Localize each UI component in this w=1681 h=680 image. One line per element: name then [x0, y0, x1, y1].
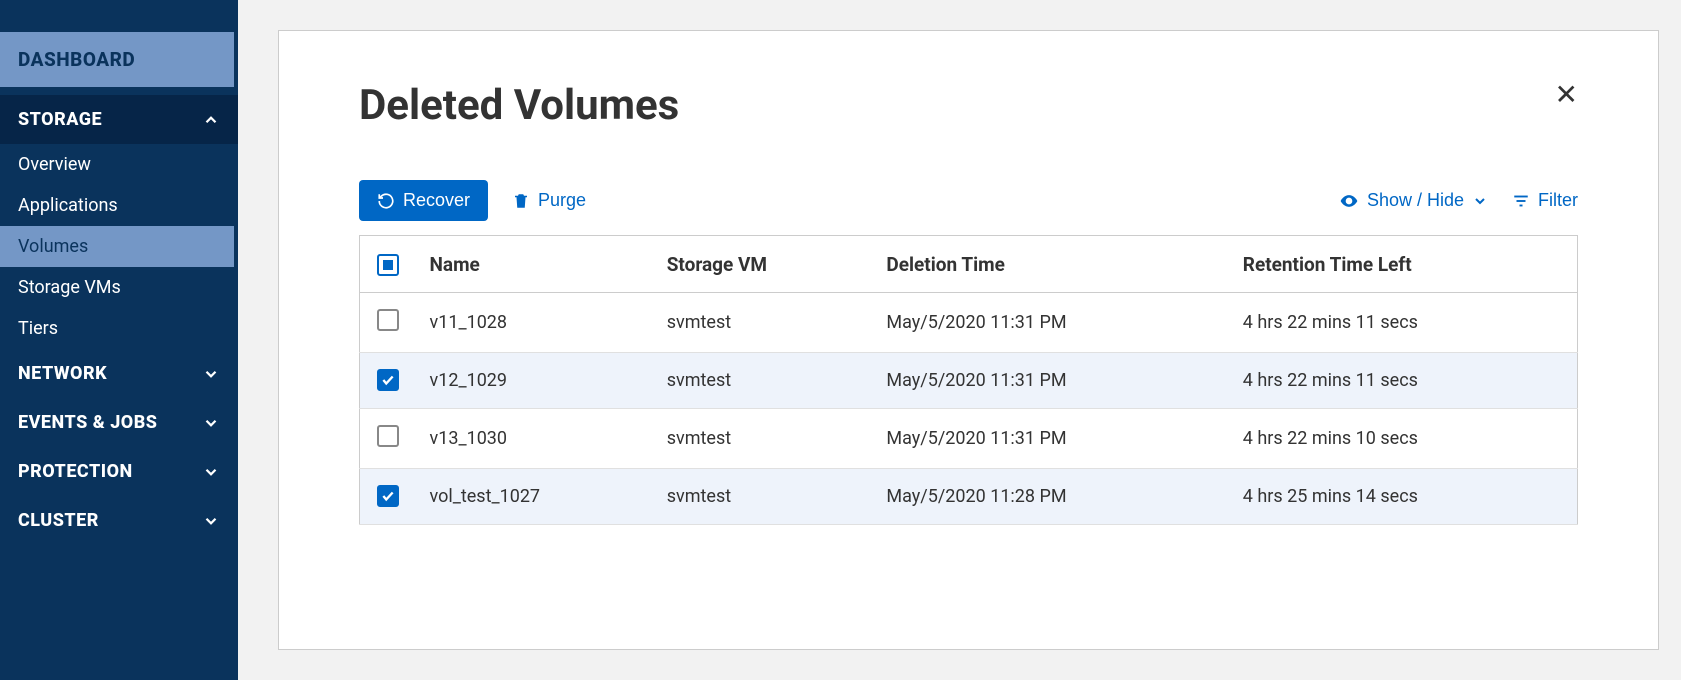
cell-deltime: May/5/2020 11:31 PM — [872, 353, 1228, 409]
show-hide-button[interactable]: Show / Hide — [1339, 190, 1488, 211]
chevron-down-icon — [202, 463, 220, 481]
sidebar-item-tiers[interactable]: Tiers — [0, 308, 238, 349]
sidebar-item-volumes[interactable]: Volumes — [0, 226, 234, 267]
chevron-down-icon — [202, 365, 220, 383]
deleted-volumes-table: Name Storage VM Deletion Time Retention … — [359, 235, 1578, 525]
filter-label: Filter — [1538, 190, 1578, 211]
col-header-name[interactable]: Name — [416, 236, 653, 293]
sidebar-item-protection[interactable]: PROTECTION — [0, 447, 238, 496]
row-checkbox[interactable] — [377, 485, 399, 507]
cell-name: v12_1029 — [416, 353, 653, 409]
purge-button[interactable]: Purge — [512, 190, 586, 211]
cell-name: vol_test_1027 — [416, 469, 653, 525]
cell-retention: 4 hrs 25 mins 14 secs — [1229, 469, 1578, 525]
sidebar-storage-label: STORAGE — [18, 109, 102, 130]
col-header-deletion-time[interactable]: Deletion Time — [872, 236, 1228, 293]
table-row[interactable]: vol_test_1027svmtestMay/5/2020 11:28 PM4… — [360, 469, 1578, 525]
chevron-down-icon — [202, 512, 220, 530]
table-row[interactable]: v12_1029svmtestMay/5/2020 11:31 PM4 hrs … — [360, 353, 1578, 409]
cell-deltime: May/5/2020 11:31 PM — [872, 409, 1228, 469]
sidebar-item-storage-vms[interactable]: Storage VMs — [0, 267, 238, 308]
purge-button-label: Purge — [538, 190, 586, 211]
row-checkbox[interactable] — [377, 369, 399, 391]
sidebar-item-storage[interactable]: STORAGE — [0, 95, 238, 144]
chevron-down-icon — [202, 414, 220, 432]
cell-svm: svmtest — [653, 293, 873, 353]
recover-button[interactable]: Recover — [359, 180, 488, 221]
cell-retention: 4 hrs 22 mins 11 secs — [1229, 293, 1578, 353]
chevron-up-icon — [202, 111, 220, 129]
filter-button[interactable]: Filter — [1512, 190, 1578, 211]
sidebar-item-cluster[interactable]: CLUSTER — [0, 496, 238, 545]
cell-deltime: May/5/2020 11:31 PM — [872, 293, 1228, 353]
cell-deltime: May/5/2020 11:28 PM — [872, 469, 1228, 525]
select-all-checkbox[interactable] — [377, 254, 399, 276]
cell-retention: 4 hrs 22 mins 11 secs — [1229, 353, 1578, 409]
table-row[interactable]: v11_1028svmtestMay/5/2020 11:31 PM4 hrs … — [360, 293, 1578, 353]
recover-button-label: Recover — [403, 190, 470, 211]
recover-icon — [377, 192, 395, 210]
eye-icon — [1339, 191, 1359, 211]
sidebar-item-events-jobs[interactable]: EVENTS & JOBS — [0, 398, 238, 447]
sidebar-events-label: EVENTS & JOBS — [18, 412, 157, 433]
deleted-volumes-panel: Deleted Volumes ✕ Recover — [278, 30, 1659, 650]
sidebar-item-overview[interactable]: Overview — [0, 144, 238, 185]
col-header-storage-vm[interactable]: Storage VM — [653, 236, 873, 293]
sidebar-item-network[interactable]: NETWORK — [0, 349, 238, 398]
table-row[interactable]: v13_1030svmtestMay/5/2020 11:31 PM4 hrs … — [360, 409, 1578, 469]
sidebar-cluster-label: CLUSTER — [18, 510, 99, 531]
cell-svm: svmtest — [653, 353, 873, 409]
sidebar: DASHBOARD STORAGE Overview Applications … — [0, 0, 238, 680]
cell-name: v11_1028 — [416, 293, 653, 353]
show-hide-label: Show / Hide — [1367, 190, 1464, 211]
cell-retention: 4 hrs 22 mins 10 secs — [1229, 409, 1578, 469]
trash-icon — [512, 192, 530, 210]
row-checkbox[interactable] — [377, 425, 399, 447]
sidebar-item-applications[interactable]: Applications — [0, 185, 238, 226]
col-header-retention[interactable]: Retention Time Left — [1229, 236, 1578, 293]
sidebar-item-dashboard[interactable]: DASHBOARD — [0, 32, 234, 87]
row-checkbox[interactable] — [377, 309, 399, 331]
chevron-down-icon — [1472, 193, 1488, 209]
page-title: Deleted Volumes — [359, 81, 679, 130]
sidebar-protection-label: PROTECTION — [18, 461, 133, 482]
toolbar: Recover Purge — [359, 180, 1578, 221]
cell-name: v13_1030 — [416, 409, 653, 469]
filter-icon — [1512, 192, 1530, 210]
main-content: Deleted Volumes ✕ Recover — [238, 0, 1681, 680]
cell-svm: svmtest — [653, 409, 873, 469]
close-icon[interactable]: ✕ — [1555, 81, 1578, 109]
sidebar-network-label: NETWORK — [18, 363, 107, 384]
cell-svm: svmtest — [653, 469, 873, 525]
